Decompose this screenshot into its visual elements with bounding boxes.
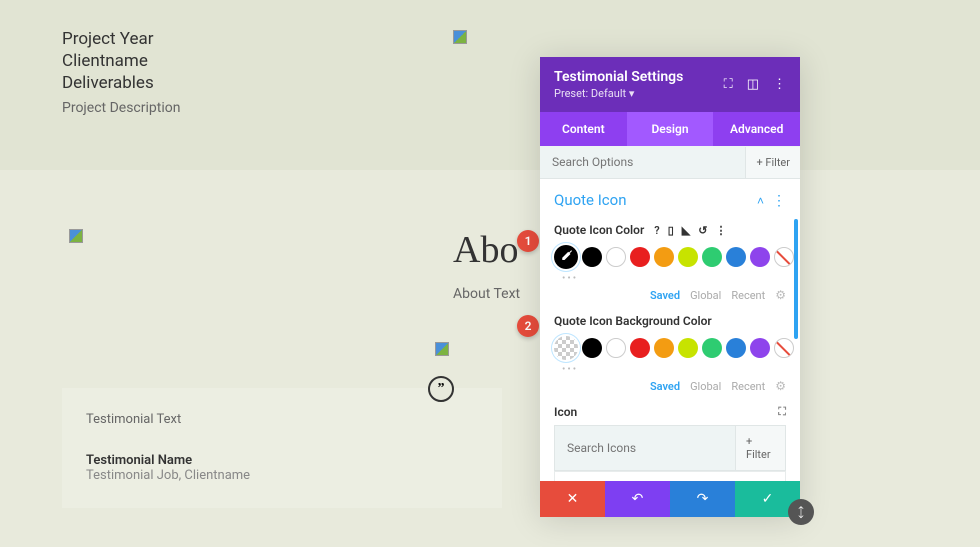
palette-recent-tab[interactable]: Recent	[731, 289, 765, 302]
expand-icon[interactable]: ⛶	[724, 77, 733, 92]
preset-dropdown[interactable]: Preset: Default ▾	[554, 87, 683, 100]
quote-icon-color-label: Quote Icon Color ? ▯ ◣ ↺ ⋮	[554, 223, 786, 237]
color-swatch-purple[interactable]	[750, 247, 770, 267]
icon-option-label: Icon	[554, 405, 577, 419]
color-swatch-black[interactable]	[582, 338, 602, 358]
cancel-button[interactable]: ✕	[540, 481, 605, 517]
icon-option[interactable]: ↖	[657, 472, 683, 481]
broken-image-icon	[69, 229, 83, 243]
color-swatch-yellow[interactable]	[678, 247, 698, 267]
redo-button[interactable]: ↷	[670, 481, 735, 517]
help-icon[interactable]: ?	[654, 224, 659, 237]
color-swatch-empty[interactable]	[606, 338, 626, 358]
scrollbar[interactable]	[794, 219, 798, 339]
undo-button[interactable]: ↶	[605, 481, 670, 517]
icon-grid: ↑↓←→↖↗↘↙↕⤡↔⇔⤢↙↗↘+<>»ˇ	[554, 471, 786, 481]
quote-icon-bg-color-label: Quote Icon Background Color	[554, 314, 786, 328]
icon-option[interactable]: ↓	[581, 472, 607, 481]
color-swatch-blue[interactable]	[726, 338, 746, 358]
search-options-input[interactable]	[540, 146, 745, 178]
panel-footer: ✕ ↶ ↷ ✓	[540, 481, 800, 517]
section-menu-icon[interactable]: ⋮	[772, 193, 786, 209]
testimonial-job: Testimonial Job, Clientname	[86, 468, 478, 483]
expand-icon[interactable]: ⛶	[778, 405, 786, 419]
section-quote-icon[interactable]: Quote Icon ˄⋮	[554, 191, 786, 209]
color-swatch-green[interactable]	[702, 338, 722, 358]
icon-option[interactable]: ←	[606, 472, 632, 481]
annotation-badge-2: 2	[517, 315, 539, 337]
color-swatch-orange[interactable]	[654, 338, 674, 358]
color-swatch-empty[interactable]	[606, 247, 626, 267]
bg-color-swatch-row	[554, 336, 786, 360]
icon-option[interactable]: →	[632, 472, 658, 481]
project-year: Project Year	[62, 28, 154, 50]
tab-content[interactable]: Content	[540, 112, 627, 146]
panel-header[interactable]: Testimonial Settings Preset: Default ▾ ⛶…	[540, 57, 800, 112]
project-header: Project Year Clientname Deliverables	[62, 28, 154, 94]
color-swatch-purple[interactable]	[750, 338, 770, 358]
palette-global-tab[interactable]: Global	[690, 380, 721, 393]
snap-icon[interactable]: ◫	[747, 77, 759, 92]
search-icons-input[interactable]	[555, 432, 735, 464]
icon-option[interactable]: ↘	[708, 472, 734, 481]
panel-title: Testimonial Settings	[554, 69, 683, 85]
icon-option[interactable]: ↕	[759, 472, 785, 481]
filter-button[interactable]: + Filter	[745, 147, 800, 178]
color-swatch-red[interactable]	[630, 338, 650, 358]
icon-option[interactable]: ↑	[555, 472, 581, 481]
menu-icon[interactable]: ⋮	[715, 224, 726, 237]
color-swatch-black[interactable]	[582, 247, 602, 267]
icon-option[interactable]: ↙	[734, 472, 760, 481]
testimonial-name: Testimonial Name	[86, 453, 478, 468]
color-swatch-none[interactable]	[774, 338, 794, 358]
icon-filter-button[interactable]: + Filter	[735, 426, 785, 470]
palette-saved-tab[interactable]: Saved	[650, 380, 680, 393]
broken-image-icon	[453, 30, 467, 44]
swatch-more-icon[interactable]: •••	[562, 364, 786, 375]
tab-advanced[interactable]: Advanced	[713, 112, 800, 146]
annotation-badge-1: 1	[517, 230, 539, 252]
gear-icon[interactable]: ⚙	[775, 379, 786, 393]
client-name: Clientname	[62, 50, 154, 72]
icon-option[interactable]: ↗	[683, 472, 709, 481]
phone-icon[interactable]: ▯	[668, 224, 674, 237]
color-swatch-red[interactable]	[630, 247, 650, 267]
testimonial-text: Testimonial Text	[86, 412, 478, 427]
color-swatch-row	[554, 245, 786, 269]
palette-recent-tab[interactable]: Recent	[731, 380, 765, 393]
project-description: Project Description	[62, 100, 180, 116]
eyedropper-swatch[interactable]	[554, 245, 578, 269]
settings-panel: Testimonial Settings Preset: Default ▾ ⛶…	[540, 57, 800, 517]
chevron-up-icon[interactable]: ˄	[757, 194, 764, 208]
color-swatch-none[interactable]	[774, 247, 794, 267]
color-swatch-yellow[interactable]	[678, 338, 698, 358]
about-title: Abo	[453, 228, 518, 272]
color-swatch-blue[interactable]	[726, 247, 746, 267]
quote-icon: ”	[428, 376, 454, 402]
swatch-more-icon[interactable]: •••	[562, 273, 786, 284]
color-swatch-orange[interactable]	[654, 247, 674, 267]
about-text: About Text	[453, 286, 520, 302]
palette-global-tab[interactable]: Global	[690, 289, 721, 302]
tabs: Content Design Advanced	[540, 112, 800, 146]
reset-icon[interactable]: ↺	[698, 224, 707, 237]
deliverables: Deliverables	[62, 72, 154, 94]
testimonial-module[interactable]: Testimonial Text Testimonial Name Testim…	[62, 388, 502, 508]
transparent-swatch[interactable]	[554, 336, 578, 360]
hover-icon[interactable]: ◣	[682, 224, 690, 237]
gear-icon[interactable]: ⚙	[775, 288, 786, 302]
palette-saved-tab[interactable]: Saved	[650, 289, 680, 302]
broken-image-icon	[435, 342, 449, 356]
tab-design[interactable]: Design	[627, 112, 714, 146]
color-swatch-green[interactable]	[702, 247, 722, 267]
menu-icon[interactable]: ⋮	[773, 77, 786, 92]
